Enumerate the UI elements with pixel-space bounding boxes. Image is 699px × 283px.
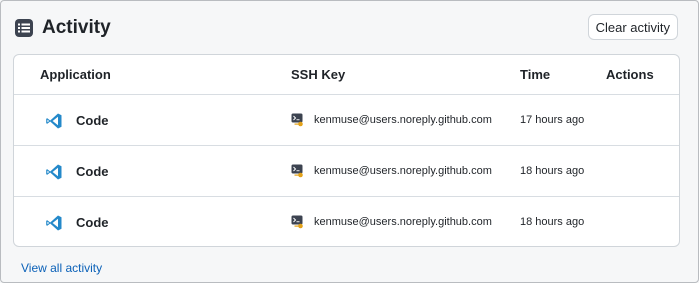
column-header-ssh-key: SSH Key	[291, 67, 346, 82]
table-row: Code kenmuse@users.noreply.github.com 18…	[14, 197, 679, 246]
terminal-key-icon	[291, 164, 306, 179]
activity-table: Application SSH Key Time Actions Code ke…	[13, 54, 680, 247]
vscode-icon	[45, 112, 63, 130]
application-name: Code	[76, 215, 109, 230]
column-header-actions: Actions	[606, 67, 654, 82]
table-header-row: Application SSH Key Time Actions	[14, 55, 679, 95]
table-row: Code kenmuse@users.noreply.github.com 18…	[14, 146, 679, 197]
application-name: Code	[76, 164, 109, 179]
activity-time: 18 hours ago	[520, 216, 585, 228]
table-row: Code kenmuse@users.noreply.github.com 17…	[14, 95, 679, 146]
vscode-icon	[45, 214, 63, 232]
activity-header: Activity Clear activity	[15, 13, 678, 43]
terminal-key-icon	[291, 215, 306, 230]
column-header-application: Application	[40, 67, 111, 82]
activity-time: 18 hours ago	[520, 165, 585, 177]
application-name: Code	[76, 113, 109, 128]
activity-panel: Activity Clear activity Application SSH …	[0, 0, 699, 283]
activity-time: 17 hours ago	[520, 114, 585, 126]
column-header-time: Time	[520, 67, 551, 82]
terminal-key-icon	[291, 113, 306, 128]
ssh-key-email: kenmuse@users.noreply.github.com	[314, 165, 492, 177]
page-title: Activity	[42, 17, 111, 38]
vscode-icon	[45, 163, 63, 181]
clear-activity-button[interactable]: Clear activity	[587, 14, 678, 40]
list-icon	[15, 19, 33, 37]
ssh-key-email: kenmuse@users.noreply.github.com	[314, 114, 492, 126]
view-all-activity-link[interactable]: View all activity	[21, 261, 102, 275]
ssh-key-email: kenmuse@users.noreply.github.com	[314, 216, 492, 228]
